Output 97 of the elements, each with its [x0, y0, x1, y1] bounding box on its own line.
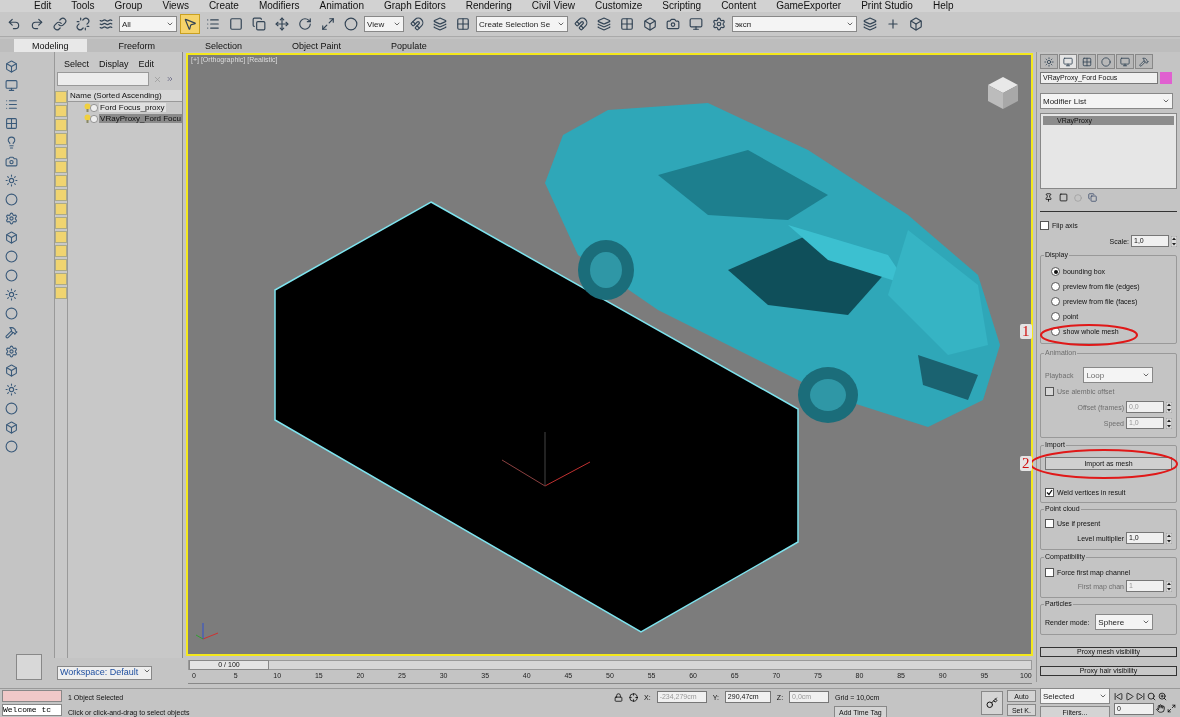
sun-icon[interactable] — [2, 172, 20, 189]
axis-tripod-icon — [195, 622, 219, 640]
axis-tripod-icon — [501, 431, 591, 487]
circle-icon[interactable] — [2, 438, 20, 455]
radio-button[interactable] — [1051, 297, 1060, 306]
radio-button[interactable] — [1051, 267, 1060, 276]
menu-item[interactable]: Animation — [319, 0, 372, 12]
annotation-number: 1 — [1020, 324, 1032, 339]
key-filter-dropdown[interactable]: Selected — [1040, 688, 1110, 704]
ribbon-tab[interactable]: Freeform — [100, 39, 174, 52]
bulb-icon[interactable] — [84, 113, 99, 124]
key-button[interactable] — [980, 691, 1003, 715]
zoom-icon[interactable] — [1158, 691, 1167, 701]
display-icon[interactable] — [1116, 54, 1134, 69]
reference-coord-dropdown[interactable]: View — [364, 16, 404, 32]
menu-item[interactable]: Scripting — [662, 0, 710, 12]
ribbon-tab[interactable]: Object Paint — [274, 39, 360, 52]
crosshair-icon[interactable] — [629, 692, 638, 702]
mini-listener-button[interactable] — [15, 654, 42, 680]
skip-back-icon[interactable] — [1114, 691, 1123, 701]
selection-filter-dropdown[interactable]: All — [119, 16, 177, 32]
render-mode-dropdown[interactable]: Sphere — [1095, 614, 1154, 630]
checkbox[interactable] — [1045, 519, 1054, 528]
menu-item[interactable]: Help — [932, 0, 962, 12]
caret-icon[interactable] — [1099, 692, 1107, 700]
menu-item[interactable]: GameExporter — [776, 0, 850, 12]
menu-item[interactable]: Create — [208, 0, 247, 12]
menu-item[interactable]: Group — [114, 0, 151, 12]
circle-icon[interactable] — [2, 305, 20, 322]
column-header[interactable]: Name (Sorted Ascending) — [68, 90, 182, 102]
menu-item[interactable]: Edit — [34, 0, 60, 12]
hammer-icon[interactable] — [1135, 54, 1153, 69]
tree-item[interactable]: VRayProxy_Ford Focu — [99, 114, 182, 123]
play-icon[interactable] — [1125, 691, 1134, 701]
circle-icon[interactable] — [2, 191, 20, 208]
menu-item[interactable]: Views — [162, 0, 197, 12]
sun-icon[interactable] — [2, 381, 20, 398]
ribbon-tab[interactable]: Populate — [373, 39, 445, 52]
menu-item[interactable]: Select — [64, 59, 89, 69]
monitor-icon[interactable] — [2, 77, 20, 94]
checkbox[interactable] — [1045, 568, 1054, 577]
viewcube-icon[interactable] — [988, 77, 1018, 109]
skip-forward-icon[interactable] — [1136, 691, 1145, 701]
workspace-dropdown[interactable]: Workspace: Default — [57, 666, 152, 680]
layer-dropdown[interactable]: эксп — [732, 16, 857, 32]
caret-icon[interactable] — [393, 20, 401, 28]
menu-item[interactable]: Civil View — [531, 0, 583, 12]
sun-icon[interactable] — [2, 286, 20, 303]
ribbon-tab[interactable]: Selection — [187, 39, 261, 52]
hammer-icon[interactable] — [2, 324, 20, 341]
radio-button[interactable] — [1051, 282, 1060, 291]
caret-icon[interactable] — [166, 20, 174, 28]
key-icon — [985, 696, 998, 709]
modifier-list-dropdown[interactable]: Modifier List — [1040, 93, 1173, 109]
menu-item[interactable]: Modifiers — [258, 0, 308, 12]
ribbon-tab[interactable]: Modeling — [14, 39, 87, 52]
menu-item[interactable]: Tools — [71, 0, 103, 12]
lock-icon[interactable] — [614, 692, 623, 702]
listener-field[interactable]: Welcome tc — [2, 704, 62, 716]
radio-button[interactable] — [1051, 327, 1060, 336]
caret-icon[interactable] — [1142, 618, 1151, 626]
circle-icon[interactable] — [2, 400, 20, 417]
expand-icon[interactable] — [166, 75, 174, 83]
color-swatch[interactable] — [1160, 72, 1172, 84]
sun-icon[interactable] — [1040, 54, 1058, 69]
menu-item[interactable]: Print Studio — [861, 0, 921, 12]
link-icon[interactable] — [50, 14, 70, 34]
menu-item[interactable]: Customize — [595, 0, 651, 12]
menu-item[interactable]: Edit — [138, 59, 155, 69]
annotation-number: 2 — [1020, 456, 1032, 471]
listener-field[interactable] — [2, 690, 62, 702]
spinner-icon[interactable] — [1171, 235, 1177, 247]
menu-item[interactable]: Rendering — [465, 0, 520, 12]
caret-icon[interactable] — [557, 20, 565, 28]
radio-button[interactable] — [1051, 312, 1060, 321]
menu-item[interactable]: Display — [99, 59, 129, 69]
maximize-icon[interactable] — [1167, 704, 1176, 713]
zoom-icon[interactable] — [1147, 691, 1156, 701]
caret-icon[interactable] — [1162, 97, 1170, 105]
spinner-icon[interactable] — [1166, 580, 1172, 592]
pin-icon[interactable] — [1044, 193, 1053, 202]
named-selection-dropdown[interactable]: Create Selection Se — [476, 16, 568, 32]
menu-item[interactable]: Graph Editors — [383, 0, 454, 12]
menu-item[interactable]: Content — [721, 0, 765, 12]
spinner-icon[interactable] — [1166, 532, 1172, 544]
select-icon[interactable] — [180, 14, 200, 34]
pan-icon[interactable] — [1156, 704, 1165, 713]
caret-icon[interactable] — [846, 20, 854, 28]
caret-icon[interactable] — [143, 667, 151, 675]
bulb-icon[interactable] — [84, 102, 99, 113]
circle-icon[interactable] — [2, 248, 20, 265]
search-field[interactable] — [57, 72, 149, 86]
circle-icon[interactable] — [2, 267, 20, 284]
unlink-icon[interactable] — [73, 14, 93, 34]
checkbox[interactable] — [1045, 488, 1054, 497]
tree-item[interactable]: Ford Focus_proxy — [99, 103, 166, 112]
checkbox[interactable] — [1040, 221, 1049, 230]
